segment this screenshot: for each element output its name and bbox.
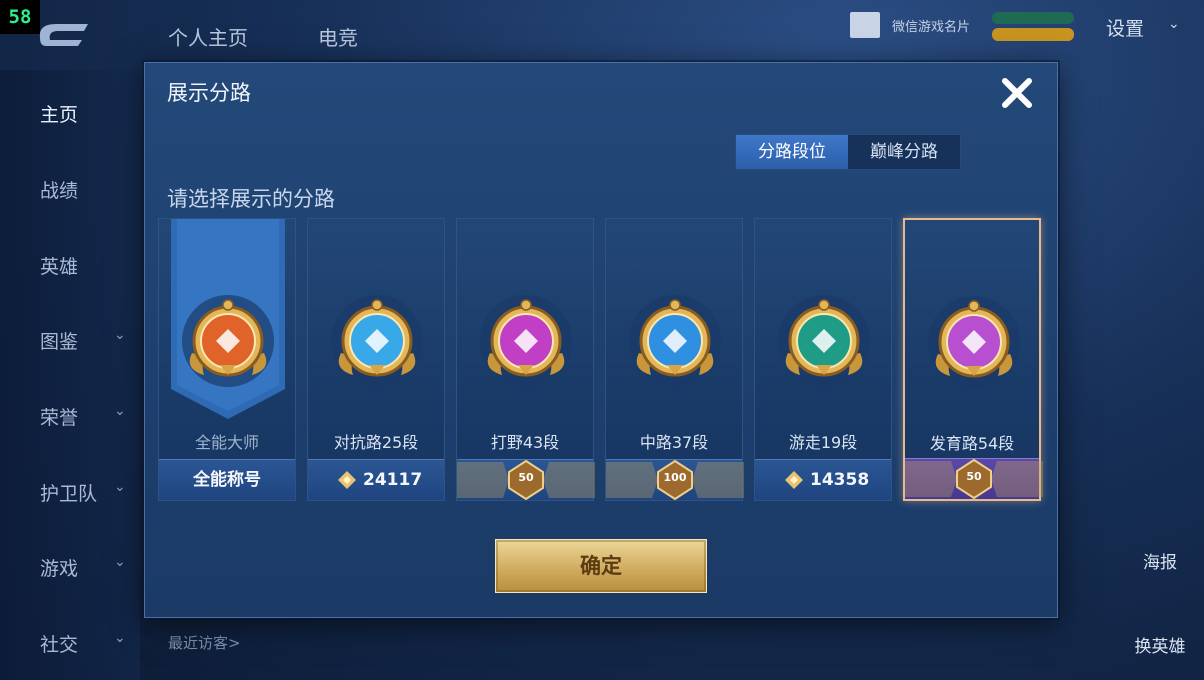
- chevron-down-icon: ⌄: [114, 554, 126, 570]
- wechat-card-label: 微信游戏名片: [892, 20, 971, 35]
- lane-card-footer: 50: [457, 459, 595, 500]
- lane-card-footer: 50: [905, 458, 1043, 499]
- chevron-down-icon: ⌄: [114, 403, 126, 419]
- lane-emblem-icon: [778, 295, 870, 387]
- rank-stars: 100: [663, 471, 687, 484]
- rank-stars: 50: [966, 470, 982, 483]
- select-prompt: 请选择展示的分路: [167, 187, 335, 211]
- sidebar-item[interactable]: 图鉴 ⌄: [40, 327, 130, 354]
- lane-card[interactable]: 发育路54段 50: [903, 218, 1043, 501]
- lane-emblem-icon: [629, 295, 721, 387]
- lane-score: 24117: [363, 470, 423, 490]
- sidebar-item-label: 图鉴: [40, 331, 79, 353]
- lane-name: 打野43段: [490, 433, 560, 452]
- sidebar-item[interactable]: 英雄: [40, 252, 130, 279]
- confirm-label: 确定: [580, 554, 622, 578]
- lane-display-dialog: 展示分路 分路段位 巅峰分路 请选择展示的分路 全能大师 全能称号 对抗路25段 24…: [144, 62, 1058, 618]
- sidebar-item[interactable]: 社交 ⌄: [40, 630, 130, 657]
- chevron-down-icon: ⌄: [114, 630, 126, 646]
- lane-emblem-icon: [331, 295, 423, 387]
- sidebar-item-label: 主页: [40, 104, 79, 126]
- lane-card-footer: 14358: [755, 459, 891, 500]
- sidebar-item-label: 荣誉: [40, 407, 79, 429]
- chevron-down-icon: ⌄: [114, 479, 126, 495]
- lane-card[interactable]: 打野43段 50: [456, 218, 595, 501]
- lane-card[interactable]: 对抗路25段 24117: [307, 218, 445, 501]
- lane-score: 14358: [810, 470, 870, 490]
- confirm-button[interactable]: 确定: [495, 539, 707, 593]
- lane-name: 发育路54段: [929, 434, 1015, 453]
- lane-name: 对抗路25段: [333, 433, 419, 452]
- recent-visitors-link[interactable]: 最近访客>: [168, 632, 241, 653]
- status-badge: [992, 12, 1074, 24]
- lane-name: 中路37段: [639, 433, 709, 452]
- sidebar-item-label: 社交: [40, 634, 79, 656]
- change-hero-button[interactable]: 换英雄: [1130, 632, 1190, 657]
- sidebar-item[interactable]: 荣誉 ⌄: [40, 403, 130, 430]
- lane-card[interactable]: 游走19段 14358: [754, 218, 892, 501]
- dialog-title: 展示分路: [167, 81, 251, 105]
- poster-button[interactable]: 海报: [1130, 548, 1190, 573]
- sidebar-item-label: 护卫队: [40, 483, 98, 505]
- sidebar-item[interactable]: 战绩: [40, 176, 130, 203]
- tab-peak-lane[interactable]: 巅峰分路: [848, 135, 960, 169]
- lane-card-footer: 全能称号: [159, 459, 295, 500]
- status-badge: [992, 28, 1074, 41]
- lane-card-footer: 100: [606, 459, 744, 500]
- lane-card[interactable]: 中路37段 100: [605, 218, 744, 501]
- lane-name: 游走19段: [788, 433, 858, 452]
- sidebar-item-label: 英雄: [40, 256, 79, 278]
- sidebar-item-label: 战绩: [40, 180, 79, 202]
- left-nav: [0, 70, 140, 680]
- lane-emblem-icon: [182, 295, 274, 387]
- settings-button[interactable]: 设置: [1106, 14, 1144, 41]
- lane-card-footer: 24117: [308, 459, 444, 500]
- lane-mode-toggle: 分路段位 巅峰分路: [735, 134, 961, 170]
- wechat-card[interactable]: 微信游戏名片: [850, 12, 1080, 46]
- lane-emblem-icon: [480, 295, 572, 387]
- title-label: 全能称号: [193, 470, 261, 490]
- fps-counter: 58: [0, 0, 40, 34]
- chevron-down-icon: ⌄: [114, 327, 126, 343]
- tab-lane-rank[interactable]: 分路段位: [736, 135, 848, 169]
- score-icon: [785, 471, 803, 489]
- chevron-down-icon[interactable]: ⌄: [1168, 16, 1180, 32]
- rank-stars: 50: [518, 471, 534, 484]
- tab-profile[interactable]: 个人主页: [168, 22, 248, 51]
- lane-emblem-icon: [928, 296, 1020, 388]
- tab-esports[interactable]: 电竞: [318, 22, 358, 51]
- score-icon: [338, 471, 356, 489]
- avatar-icon: [850, 12, 880, 38]
- sidebar-item[interactable]: 护卫队 ⌄: [40, 479, 130, 506]
- sidebar-item[interactable]: 游戏 ⌄: [40, 554, 130, 581]
- close-icon[interactable]: [997, 73, 1037, 113]
- lane-name: 全能大师: [194, 433, 259, 452]
- sidebar-item[interactable]: 主页: [40, 100, 130, 127]
- lane-card[interactable]: 全能大师 全能称号: [158, 218, 296, 501]
- sidebar-item-label: 游戏: [40, 558, 79, 580]
- back-logo-icon[interactable]: [34, 18, 92, 52]
